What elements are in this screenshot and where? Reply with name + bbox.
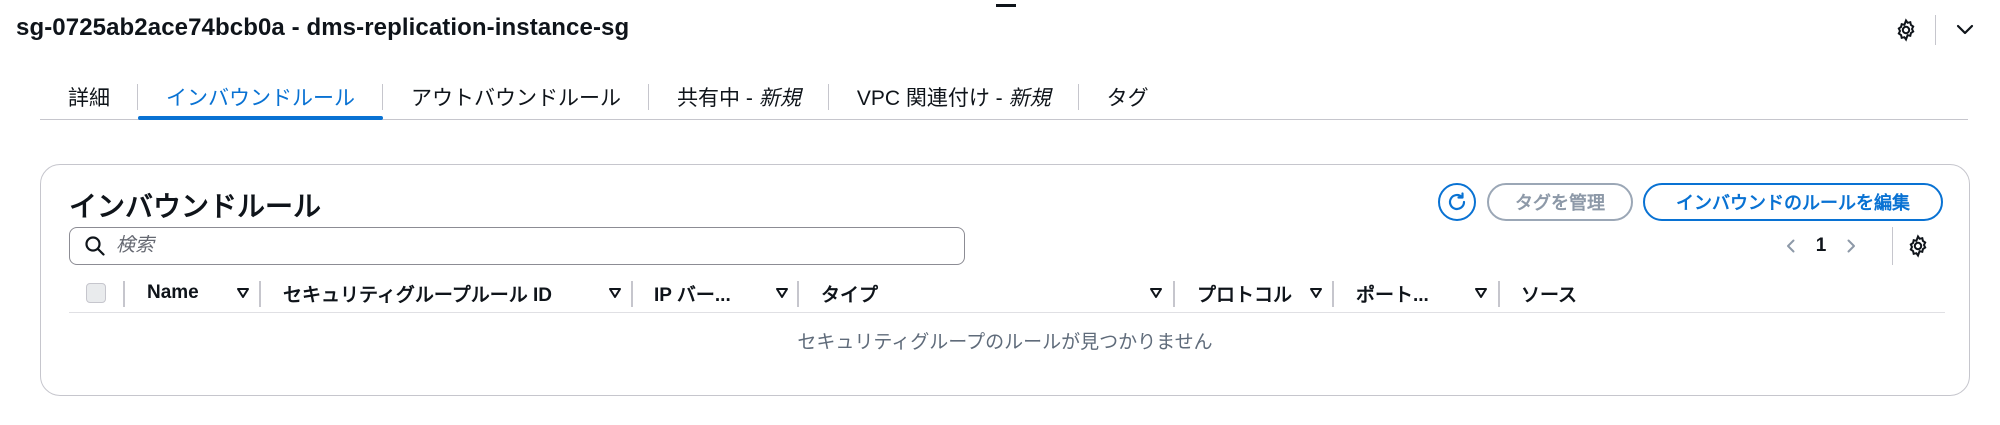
column-label: ポート... [1356,284,1429,306]
sort-icon[interactable] [233,273,253,313]
divider [1935,15,1936,45]
tab-outbound-rules[interactable]: アウトバウンドルール [383,74,649,119]
column-header-protocol[interactable]: プロトコル [1197,273,1292,313]
tab-label: アウトバウンドルール [411,86,621,110]
tab-sharing[interactable]: 共有中 - 新規 [649,74,829,119]
tab-inbound-rules[interactable]: インバウンドルール [138,74,383,120]
header-actions [1891,12,1980,48]
divider [1892,227,1893,265]
tab-label: 共有中 - [677,86,753,110]
tab-label: VPC 関連付け - [856,86,1003,110]
sort-icon[interactable] [1306,273,1326,313]
refresh-button[interactable] [1438,183,1476,221]
column-separator [259,281,261,307]
table-header: Name セキュリティグループルール ID IP バー... タイプ プロトコル… [69,273,1945,313]
column-header-name[interactable]: Name [147,273,199,313]
settings-icon[interactable] [1891,15,1921,45]
tab-tags[interactable]: タグ [1079,74,1177,119]
tab-details[interactable]: 詳細 [40,74,138,119]
chevron-right-icon[interactable] [1836,231,1866,261]
chevron-down-icon[interactable] [1950,15,1980,45]
sort-icon[interactable] [772,273,792,313]
column-separator [123,281,125,307]
column-header-ip-version[interactable]: IP バー... [654,273,731,313]
new-badge: 新規 [758,86,801,110]
page-number[interactable]: 1 [1806,235,1836,257]
column-header-rule-id[interactable]: セキュリティグループルール ID [283,273,552,313]
security-group-page: sg-0725ab2ace74bcb0a - dms-replication-i… [0,0,2000,425]
column-label: ソース [1521,284,1578,306]
tab-label: 詳細 [68,86,110,110]
column-label: IP バー... [654,284,731,306]
column-separator [1173,281,1175,307]
column-header-type[interactable]: タイプ [821,273,878,313]
refresh-icon [1448,192,1466,211]
empty-state-message: セキュリティグループのルールが見つかりません [797,332,1213,353]
tab-vpc-associations[interactable]: VPC 関連付け - 新規 [829,74,1079,119]
panel-title: インバウンドルール [69,191,322,222]
manage-tags-button[interactable]: タグを管理 [1487,183,1633,221]
window-dash [996,4,1016,7]
column-header-port[interactable]: ポート... [1356,273,1429,313]
column-label: セキュリティグループルール ID [283,284,552,306]
select-all-checkbox[interactable] [86,283,106,303]
column-header-source[interactable]: ソース [1521,273,1577,313]
settings-icon[interactable] [1903,231,1933,261]
column-label: タイプ [821,284,879,306]
chevron-left-icon[interactable] [1776,231,1806,261]
tab-label: タグ [1106,86,1149,110]
tab-label: インバウンドルール [166,86,355,110]
search-icon [85,236,105,256]
column-separator [631,281,633,307]
edit-inbound-rules-button[interactable]: インバウンドのルールを編集 [1643,183,1943,221]
tab-bar: 詳細 インバウンドルール アウトバウンドルール 共有中 - 新規 VPC 関連付… [40,74,1968,120]
search-input[interactable] [116,235,964,257]
column-separator [1498,281,1500,307]
sort-icon[interactable] [605,273,625,313]
inbound-rules-panel: インバウンドルール タグを管理 インバウンドのルールを編集 1 [40,164,1970,396]
sort-icon[interactable] [1471,273,1491,313]
column-separator [797,281,799,307]
column-label: Name [147,282,199,303]
pagination: 1 [1776,227,1866,265]
new-badge: 新規 [1008,86,1051,110]
page-title: sg-0725ab2ace74bcb0a - dms-replication-i… [16,14,630,41]
column-separator [1332,281,1334,307]
sort-icon[interactable] [1146,273,1166,313]
column-label: プロトコル [1197,284,1293,306]
search-field[interactable] [69,227,965,265]
